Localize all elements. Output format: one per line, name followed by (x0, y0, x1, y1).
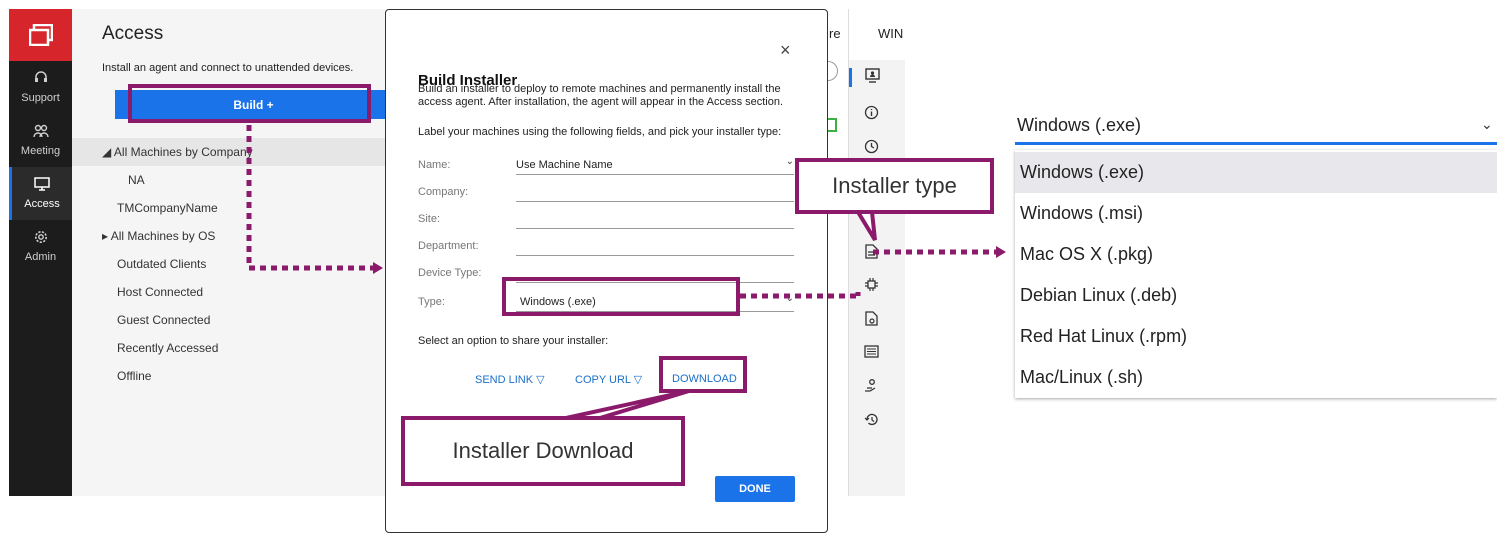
company-input[interactable] (516, 182, 794, 202)
tree-item-na[interactable]: NA (72, 166, 392, 194)
send-link-button[interactable]: SEND LINK ▽ (475, 373, 545, 386)
background-text: re (829, 26, 841, 41)
device-type-label: Device Type: (418, 267, 482, 279)
nav-item-support[interactable]: Support (9, 61, 72, 114)
dropdown-option[interactable]: Mac/Linux (.sh) (1015, 357, 1497, 398)
company-field-row: Company: (418, 182, 798, 202)
list-icon[interactable] (849, 345, 893, 362)
history-icon[interactable] (849, 412, 893, 431)
nav-rail: Support Meeting Access Admin (9, 9, 72, 496)
nav-label-meeting: Meeting (20, 145, 61, 157)
tree-item-tmcompanyname[interactable]: TMCompanyName (72, 194, 392, 222)
remote-screen-icon[interactable] (849, 68, 893, 87)
site-field-row: Site: (418, 209, 798, 229)
dropdown-option[interactable]: Windows (.exe) (1015, 152, 1497, 193)
installer-type-value: Windows (.exe) (520, 296, 596, 308)
chevron-down-icon: ⌄ (785, 156, 794, 167)
name-field-row: Name: Use Machine Name ⌄ (418, 155, 798, 175)
chevron-down-icon: ⌄ (1481, 116, 1493, 132)
close-icon[interactable]: × (780, 40, 791, 61)
access-description: Install an agent and connect to unattend… (102, 62, 354, 74)
monitor-icon (34, 177, 50, 195)
type-label: Type: (418, 296, 445, 308)
type-field-row: Type: Windows (.exe) ⌄ (418, 292, 798, 312)
tree-item-outdated-clients[interactable]: Outdated Clients (72, 250, 392, 278)
site-input[interactable] (516, 209, 794, 229)
dropdown-options-list: Windows (.exe) Windows (.msi) Mac OS X (… (1015, 150, 1497, 398)
tree-label: TMCompanyName (117, 201, 218, 215)
dropdown-focus-line (1015, 142, 1497, 145)
tree-label: ▸ All Machines by OS (102, 229, 216, 243)
tree-label: Guest Connected (117, 313, 211, 327)
background-content (828, 9, 848, 496)
dropdown-selected-value: Windows (.exe) (1017, 115, 1142, 135)
department-input[interactable] (516, 236, 794, 256)
tree-label: Host Connected (117, 285, 204, 299)
dropdown-option[interactable]: Debian Linux (.deb) (1015, 275, 1497, 316)
side-toolbar (849, 60, 905, 496)
background-status-indicator (828, 118, 837, 132)
document-icon[interactable] (849, 244, 893, 263)
logo-icon (28, 24, 53, 46)
app-logo[interactable] (9, 9, 72, 61)
file-search-icon[interactable] (849, 311, 893, 330)
tree-item-all-machines-by-company[interactable]: ◢ All Machines by Company (72, 138, 392, 166)
tree-item-offline[interactable]: Offline (72, 362, 392, 390)
nav-label-admin: Admin (24, 251, 57, 263)
company-label: Company: (418, 186, 469, 198)
headset-icon (34, 71, 48, 89)
tree-label: ◢ All Machines by Company (102, 145, 253, 159)
people-icon (32, 124, 49, 142)
tree-label: Recently Accessed (117, 341, 219, 355)
done-button[interactable]: DONE (715, 476, 795, 502)
download-button[interactable]: DOWNLOAD (672, 373, 737, 385)
tree-label: NA (128, 173, 145, 187)
nav-label-support: Support (21, 92, 60, 104)
device-type-field-row: Device Type: (418, 263, 798, 283)
name-select[interactable]: Use Machine Name ⌄ (516, 155, 794, 175)
page-title: Access (102, 23, 164, 44)
fields-hint: Label your machines using the following … (418, 126, 782, 138)
tree-item-guest-connected[interactable]: Guest Connected (72, 306, 392, 334)
tree-label: Outdated Clients (117, 257, 207, 271)
installer-type-select[interactable]: Windows (.exe) ⌄ (516, 292, 794, 312)
callout-label: Installer type (832, 173, 957, 198)
access-panel: Access Install an agent and connect to u… (72, 9, 392, 496)
name-select-value: Use Machine Name (516, 159, 613, 171)
copy-url-button[interactable]: COPY URL ▽ (575, 373, 642, 386)
share-label: Select an option to share your installer… (418, 335, 609, 347)
nav-item-admin[interactable]: Admin (9, 220, 72, 273)
dropdown-option[interactable]: Windows (.msi) (1015, 193, 1497, 234)
info-icon[interactable] (849, 105, 893, 124)
tree-item-all-machines-by-os[interactable]: ▸ All Machines by OS (72, 222, 392, 250)
chip-icon[interactable] (849, 277, 893, 296)
name-label: Name: (418, 159, 451, 171)
dropdown-option[interactable]: Red Hat Linux (.rpm) (1015, 316, 1497, 357)
device-type-input[interactable] (516, 263, 794, 283)
gear-icon (34, 230, 48, 248)
department-label: Department: (418, 240, 479, 252)
callout-label: Installer Download (452, 438, 634, 463)
installer-download-callout: Installer Download (401, 416, 685, 486)
tree-label: Offline (117, 369, 152, 383)
nav-label-access: Access (24, 198, 60, 210)
installer-type-dropdown-zoom[interactable]: Windows (.exe) ⌄ (1015, 110, 1497, 142)
user-hand-icon[interactable] (849, 378, 893, 397)
dialog-intro: Build an installer to deploy to remote m… (418, 83, 784, 108)
nav-item-access[interactable]: Access (9, 167, 72, 220)
tree-item-recently-accessed[interactable]: Recently Accessed (72, 334, 392, 362)
build-button[interactable]: Build + (115, 90, 392, 119)
background-tab-text: WIN (878, 26, 904, 41)
clock-icon[interactable] (849, 139, 893, 158)
chevron-down-icon: ⌄ (785, 293, 794, 304)
site-label: Site: (418, 213, 441, 225)
dropdown-option[interactable]: Mac OS X (.pkg) (1015, 234, 1497, 275)
nav-item-meeting[interactable]: Meeting (9, 114, 72, 167)
department-field-row: Department: (418, 236, 798, 256)
tree-item-host-connected[interactable]: Host Connected (72, 278, 392, 306)
installer-type-callout: Installer type (795, 158, 994, 214)
